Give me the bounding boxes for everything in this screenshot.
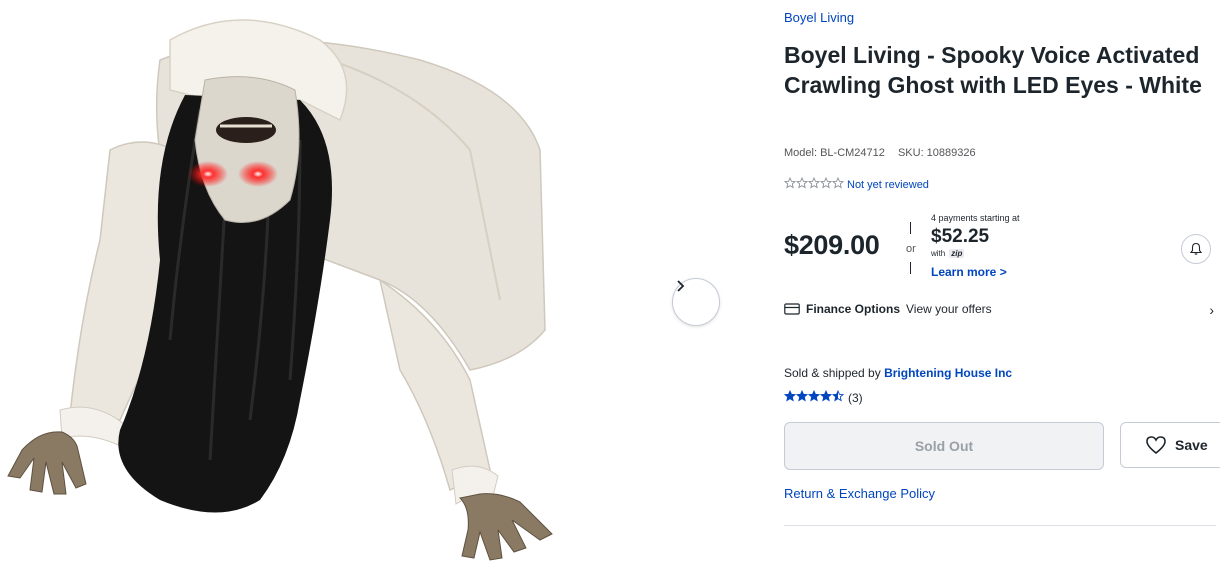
zip-installments: 4 payments starting at $52.25 with zip L… bbox=[931, 213, 1020, 279]
model-number: Model: BL-CM24712 bbox=[784, 147, 885, 159]
bell-icon bbox=[1189, 242, 1203, 255]
chevron-right-icon bbox=[677, 280, 685, 292]
not-reviewed-link[interactable]: Not yet reviewed bbox=[847, 179, 929, 191]
price-or-separator: or bbox=[906, 222, 916, 278]
chevron-right-icon: › bbox=[1209, 302, 1214, 318]
sold-by-label: Sold & shipped by bbox=[784, 366, 881, 380]
sku-number: SKU: 10889326 bbox=[897, 147, 976, 159]
save-button[interactable]: Save bbox=[1120, 422, 1220, 468]
product-price: $209.00 bbox=[784, 230, 880, 260]
price-alert-button[interactable] bbox=[1181, 234, 1211, 264]
product-details: Boyel Living Boyel Living - Spooky Voice… bbox=[783, 0, 1220, 576]
learn-more-link[interactable]: Learn more > bbox=[931, 265, 1020, 279]
with-label: with bbox=[931, 249, 946, 258]
star-rating-icon bbox=[783, 389, 845, 405]
view-offers-text: View your offers bbox=[906, 302, 992, 316]
product-title: Boyel Living - Spooky Voice Activated Cr… bbox=[784, 42, 1202, 98]
credit-card-icon bbox=[784, 303, 800, 315]
next-image-button[interactable] bbox=[672, 278, 720, 326]
product-gallery bbox=[0, 0, 720, 576]
return-policy-link[interactable]: Return & Exchange Policy bbox=[784, 486, 935, 501]
seller-rating[interactable]: (3) bbox=[783, 389, 863, 405]
save-label: Save bbox=[1175, 437, 1208, 453]
zip-logo: zip bbox=[949, 249, 965, 258]
installments-intro: 4 payments starting at bbox=[931, 213, 1020, 223]
seller-rating-count: (3) bbox=[848, 390, 863, 405]
sold-by: Sold & shipped by Brightening House Inc bbox=[784, 366, 1012, 380]
or-label: or bbox=[906, 243, 916, 255]
divider bbox=[784, 525, 1216, 526]
product-rating[interactable]: Not yet reviewed bbox=[783, 176, 929, 194]
sold-out-button[interactable]: Sold Out bbox=[784, 422, 1104, 470]
star-rating-icon bbox=[783, 176, 845, 194]
finance-options-label: Finance Options bbox=[806, 302, 901, 316]
heart-icon bbox=[1146, 436, 1166, 455]
product-meta: Model: BL-CM24712 SKU: 10889326 bbox=[784, 147, 986, 159]
installment-amount: $52.25 bbox=[931, 226, 990, 247]
finance-options-row[interactable]: Finance Options View your offers › bbox=[784, 302, 1214, 318]
product-image[interactable] bbox=[0, 0, 660, 576]
brand-link[interactable]: Boyel Living bbox=[784, 10, 854, 25]
seller-link[interactable]: Brightening House Inc bbox=[884, 366, 1012, 380]
